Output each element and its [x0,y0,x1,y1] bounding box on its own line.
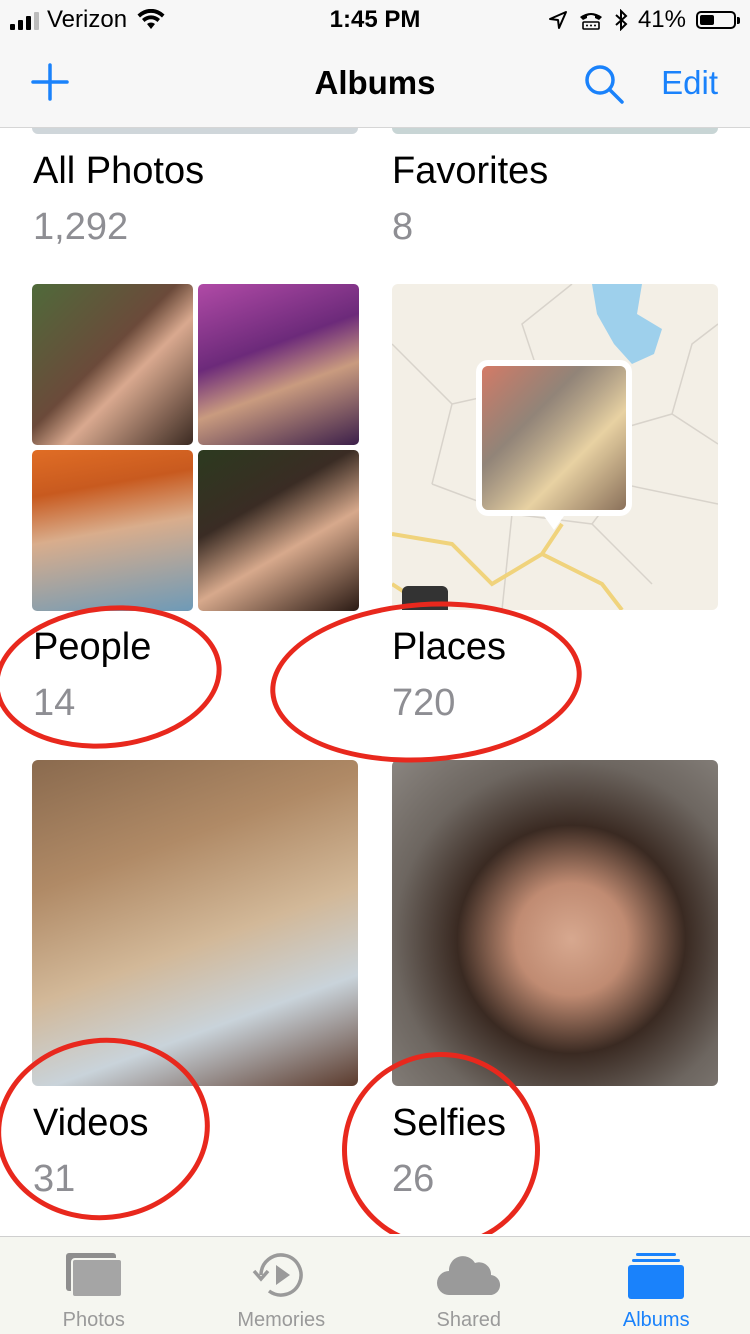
cloud-icon [436,1256,500,1296]
album-count: 26 [392,1158,435,1200]
favorites-thumbnail-edge [392,128,718,134]
tab-photos[interactable]: Photos [0,1237,188,1334]
tab-label: Photos [62,1309,125,1331]
album-count: 720 [392,682,456,724]
people-thumbnail-grid [32,284,359,611]
annotation-circle-people [0,594,229,760]
status-bar: Verizon 1:45 PM 41% [0,0,750,40]
tab-albums[interactable]: Albums [563,1237,750,1334]
tab-label: Memories [237,1309,326,1331]
places-map-thumbnail [392,284,718,610]
location-arrow-icon [548,11,567,29]
album-name: Favorites [392,150,549,192]
tab-memories[interactable]: Memories [188,1237,376,1334]
albums-icon [628,1253,685,1299]
person-thumbnail [198,450,359,611]
videos-thumbnail [32,760,358,1086]
album-name: All Photos [33,150,205,192]
album-name: People [33,626,152,668]
map-icon [392,284,718,610]
album-count: 31 [33,1158,76,1200]
battery-icon [696,11,740,29]
album-count: 14 [33,682,76,724]
selfies-thumbnail [392,760,718,1086]
memories-icon [252,1253,303,1297]
tab-bar: Photos Memories Shared Albums [0,1236,750,1334]
bluetooth-icon [615,9,628,31]
tab-label: Shared [436,1309,502,1331]
album-name: Places [392,626,507,668]
person-thumbnail [32,450,193,611]
album-name: Selfies [392,1102,507,1144]
tty-icon [579,13,602,30]
page-title: Albums [314,64,436,101]
search-button[interactable] [582,62,626,106]
edit-button[interactable]: Edit [661,64,718,102]
battery-percent: 41% [637,6,686,33]
photos-icon [65,1253,123,1298]
search-icon [585,65,624,104]
person-thumbnail [32,284,193,445]
tab-shared[interactable]: Shared [375,1237,563,1334]
album-count: 8 [392,206,414,248]
albums-list: All Photos 1,292 Favorites 8 People 14 P… [0,128,750,1234]
all-photos-thumbnail-edge [32,128,358,134]
album-name: Videos [33,1102,149,1144]
person-thumbnail [198,284,359,445]
tab-label: Albums [622,1309,690,1331]
navigation-bar: Albums Edit [0,40,750,128]
album-count: 1,292 [33,206,129,248]
